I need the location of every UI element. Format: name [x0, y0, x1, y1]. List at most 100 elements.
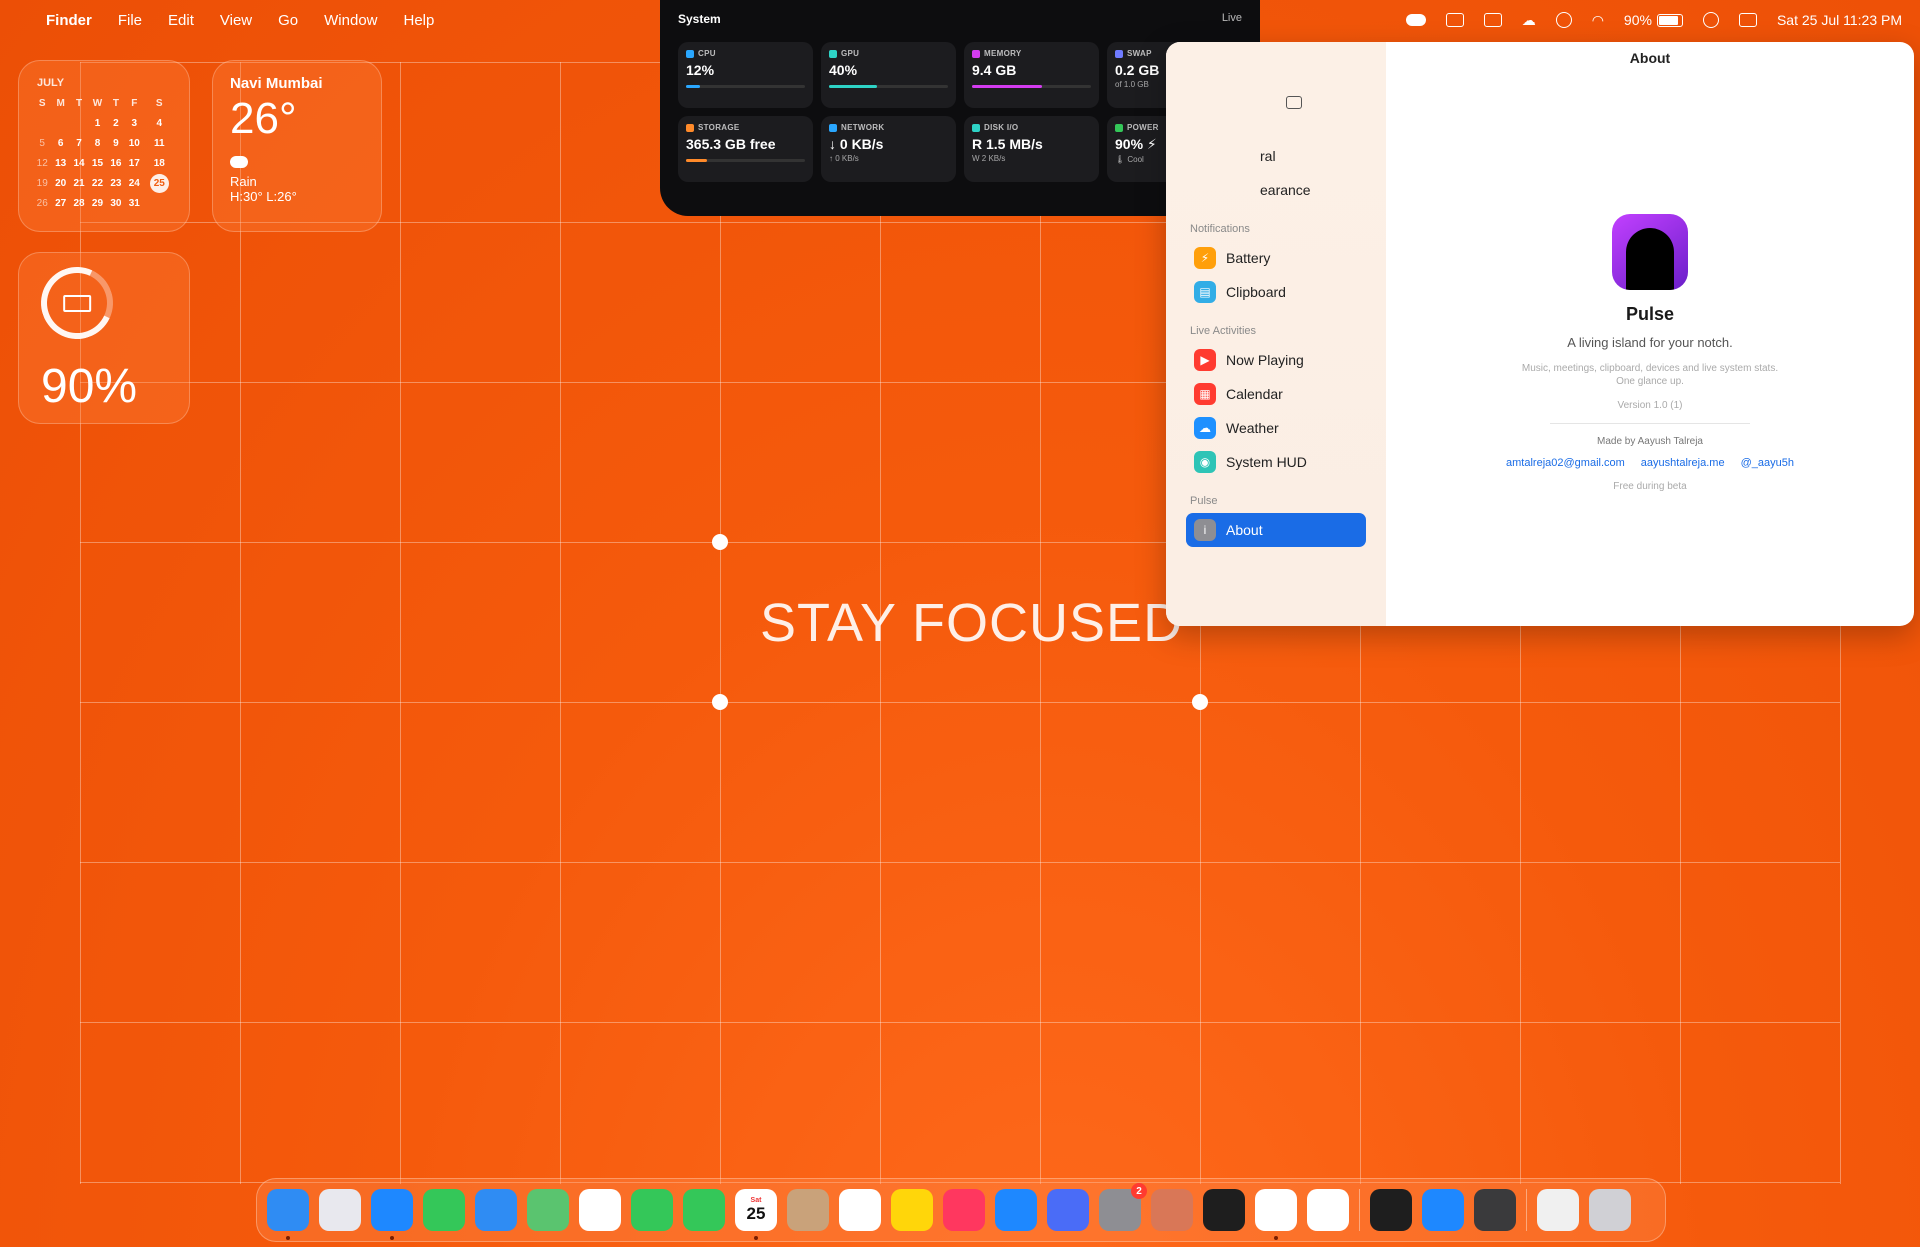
- system-tile-network[interactable]: NETWORK ↓ 0 KB/s ↑ 0 KB/s: [821, 116, 956, 182]
- calendar-day: 8: [94, 137, 101, 149]
- calendar-day: [70, 113, 88, 133]
- author-credit: Made by Aayush Talreja: [1597, 436, 1703, 447]
- calendar-day: 23: [110, 177, 122, 189]
- system-tile-storage[interactable]: STORAGE 365.3 GB free: [678, 116, 813, 182]
- sidebar-section-header: Live Activities: [1190, 325, 1257, 337]
- xcode-icon[interactable]: [1422, 1189, 1464, 1231]
- maps-icon[interactable]: [527, 1189, 569, 1231]
- sidebar-section-header: Pulse: [1190, 495, 1218, 507]
- menu-edit[interactable]: Edit: [168, 12, 194, 29]
- clock[interactable]: Sat 25 Jul 11:23 PM: [1777, 12, 1902, 28]
- wifi-icon[interactable]: ◠: [1592, 12, 1604, 29]
- calendar-icon: ▦: [1194, 383, 1216, 405]
- chrome-icon[interactable]: [1255, 1189, 1297, 1240]
- tile-label: STORAGE: [686, 123, 805, 132]
- downloads-icon[interactable]: [1537, 1189, 1579, 1231]
- calendar-day: 2: [113, 117, 119, 129]
- weather-menu-icon[interactable]: ☁: [1522, 12, 1536, 29]
- battery-widget[interactable]: 90%: [18, 252, 190, 424]
- website-link[interactable]: aayushtalreja.me: [1641, 457, 1725, 469]
- tile-value: 12%: [686, 62, 715, 78]
- menu-window[interactable]: Window: [324, 12, 377, 29]
- contacts-icon[interactable]: [787, 1189, 829, 1231]
- battery-status[interactable]: 90%: [1624, 12, 1683, 28]
- sidebar-item-clipboard[interactable]: ▤ Clipboard: [1186, 275, 1366, 309]
- control-center-icon[interactable]: [1738, 13, 1757, 27]
- system-tile-cpu[interactable]: CPU 12%: [678, 42, 813, 108]
- sidebar-item-system-hud[interactable]: ◉ System HUD: [1186, 445, 1366, 479]
- app-menu[interactable]: Finder: [46, 12, 92, 29]
- weekday-label: T: [76, 97, 83, 109]
- system-settings-icon[interactable]: 2: [1099, 1183, 1147, 1231]
- calendar-day: 13: [55, 157, 67, 169]
- sidebar-toggle-icon[interactable]: [1286, 96, 1302, 109]
- system-tile-gpu[interactable]: GPU 40%: [821, 42, 956, 108]
- metric-icon: [829, 49, 837, 58]
- tile-label-text: POWER: [1127, 123, 1159, 132]
- tile-value: ↓ 0 KB/s: [829, 136, 884, 152]
- weather-widget[interactable]: Navi Mumbai 26° Rain H:30° L:26°: [212, 60, 382, 232]
- iphone-mirroring-icon[interactable]: [1047, 1189, 1089, 1231]
- social-link[interactable]: @_aayu5h: [1741, 457, 1794, 469]
- slack-icon[interactable]: [1307, 1189, 1349, 1231]
- terminal-icon[interactable]: [1370, 1189, 1412, 1231]
- notification-badge: 2: [1131, 1183, 1147, 1199]
- sidebar-item-now-playing[interactable]: ▶ Now Playing: [1186, 343, 1366, 377]
- calendar-day: 6: [57, 137, 64, 149]
- calculator-icon[interactable]: [1474, 1189, 1516, 1231]
- play-icon[interactable]: [1555, 12, 1572, 28]
- sidebar-item-weather[interactable]: ☁ Weather: [1186, 411, 1366, 445]
- figma-icon[interactable]: [1203, 1189, 1245, 1231]
- tile-progress-bar: [686, 159, 805, 162]
- battery-ring: [30, 256, 124, 350]
- sidebar-item-calendar[interactable]: ▦ Calendar: [1186, 377, 1366, 411]
- menu-file[interactable]: File: [118, 12, 142, 29]
- battery-percent: 90%: [1623, 12, 1652, 28]
- calendar-day: 4: [156, 117, 163, 129]
- photos-icon[interactable]: [579, 1189, 621, 1231]
- menu-view[interactable]: View: [220, 12, 252, 29]
- finder-icon[interactable]: [267, 1189, 309, 1240]
- tile-label-text: GPU: [841, 49, 860, 58]
- metric-icon: [686, 49, 694, 58]
- safari-icon[interactable]: [371, 1189, 413, 1240]
- sidebar-item-label: Battery: [1226, 250, 1271, 266]
- calendar-widget[interactable]: JULY S M T W T F S 1 2 3 4 5 6 7 8 9 10 11 12 13 14 15 16 17 18 1…: [18, 60, 190, 232]
- reminders-icon[interactable]: [839, 1189, 881, 1231]
- messages-icon[interactable]: [423, 1189, 465, 1231]
- sidebar-item-label: System HUD: [1226, 454, 1307, 470]
- display-icon[interactable]: [1483, 13, 1502, 27]
- app-store-icon[interactable]: [995, 1189, 1037, 1231]
- system-tile-memory[interactable]: MEMORY 9.4 GB: [964, 42, 1099, 108]
- notes-icon[interactable]: [891, 1189, 933, 1231]
- calendar-day: 22: [91, 177, 104, 189]
- running-indicator: [1274, 1236, 1278, 1240]
- calendar-day: 31: [128, 197, 140, 209]
- sidebar-item-battery[interactable]: ⚡ Battery: [1186, 241, 1366, 275]
- sidebar-item-general[interactable]: ral: [1186, 139, 1366, 173]
- calendar-icon[interactable]: Sat 25: [735, 1189, 777, 1240]
- facetime-icon[interactable]: [631, 1189, 673, 1231]
- rain-cloud-icon: [230, 156, 248, 168]
- music-icon[interactable]: [943, 1189, 985, 1231]
- menu-go[interactable]: Go: [278, 12, 298, 29]
- user-icon[interactable]: [1702, 12, 1719, 28]
- tile-label-text: SWAP: [1127, 49, 1152, 58]
- system-tiles: CPU 12% GPU 40% MEMORY 9.4 GB SWAP 0.2 GB of 1.0…: [678, 42, 1242, 182]
- menu-help[interactable]: Help: [404, 12, 435, 29]
- about-pane: About Pulse A living island for your not…: [1386, 42, 1914, 626]
- launchpad-icon[interactable]: [319, 1189, 361, 1231]
- email-link[interactable]: amtalreja02@gmail.com: [1506, 457, 1625, 469]
- tile-value: R 1.5 MB/s: [972, 136, 1043, 152]
- tile-subvalue: W 2 KB/s: [972, 154, 1006, 163]
- system-tile-disk-i-o[interactable]: DISK I/O R 1.5 MB/s W 2 KB/s: [964, 116, 1099, 182]
- mail-icon[interactable]: [475, 1189, 517, 1231]
- screen-mirroring-icon[interactable]: [1445, 13, 1464, 27]
- metric-icon: [1115, 49, 1123, 58]
- phone-icon[interactable]: [683, 1189, 725, 1231]
- sidebar-item-appearance[interactable]: earance: [1186, 173, 1366, 207]
- trash-icon[interactable]: [1589, 1189, 1631, 1231]
- sidebar-item-about[interactable]: i About: [1186, 513, 1366, 547]
- claude-icon[interactable]: [1151, 1189, 1193, 1231]
- notch-island-icon[interactable]: [1405, 14, 1426, 26]
